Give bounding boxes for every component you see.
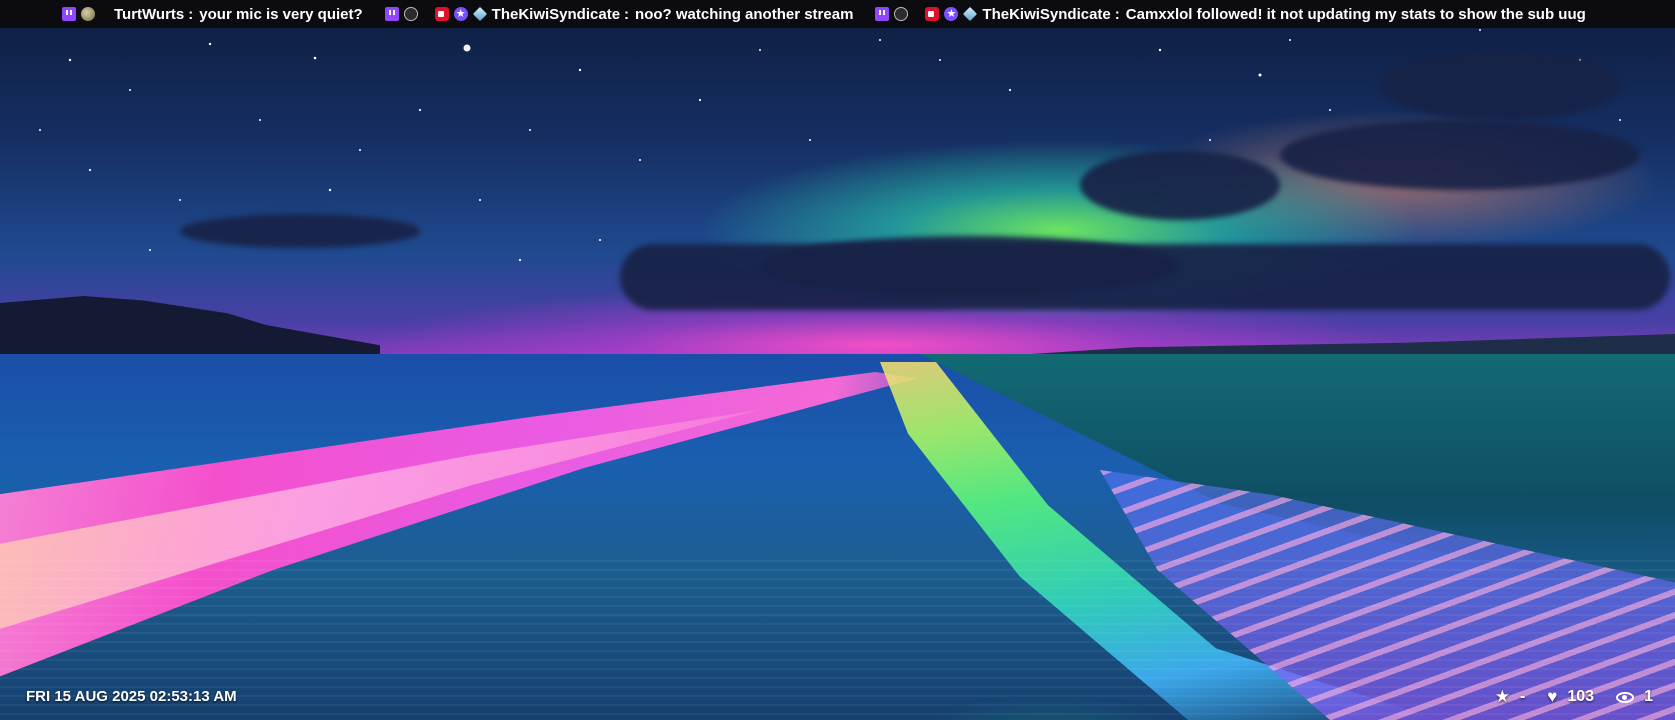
chat-text: your mic is very quiet? bbox=[199, 5, 363, 23]
likes-stat: ♥ 103 bbox=[1547, 687, 1594, 707]
chat-separator: : bbox=[188, 5, 194, 23]
background-scene bbox=[0, 0, 1675, 720]
gem-badge-icon bbox=[963, 6, 978, 22]
chat-username: TheKiwiSyndicate bbox=[982, 5, 1111, 23]
chat-username: TheKiwiSyndicate bbox=[491, 5, 621, 23]
camera-badge-icon bbox=[434, 7, 449, 21]
stream-stats: ★ - ♥ 103 1 bbox=[1473, 687, 1653, 707]
orb-badge-icon bbox=[81, 7, 95, 21]
shield-badge-icon bbox=[403, 7, 418, 21]
chat-ticker-track: TurtWurts : your mic is very quiet? ★ Th… bbox=[0, 6, 1608, 23]
chat-message: ★ TheKiwiSyndicate : Camxxlol followed! … bbox=[875, 5, 1586, 23]
chat-ticker: TurtWurts : your mic is very quiet? ★ Th… bbox=[0, 0, 1675, 28]
twitch-icon bbox=[62, 7, 76, 21]
chat-message: TurtWurts : your mic is very quiet? bbox=[62, 6, 363, 23]
twitch-icon bbox=[384, 7, 399, 21]
cloud bbox=[1380, 50, 1620, 120]
star-stat-value: - bbox=[1519, 688, 1526, 705]
chat-separator: : bbox=[1114, 5, 1120, 23]
gem-badge-icon bbox=[472, 6, 487, 22]
viewers-stat: 1 bbox=[1616, 688, 1653, 706]
chat-username: TurtWurts bbox=[114, 5, 185, 23]
date-time-display: FRI 15 AUG 2025 02:53:13 AM bbox=[26, 688, 237, 705]
likes-count: 103 bbox=[1567, 688, 1595, 705]
chat-separator: : bbox=[624, 5, 630, 23]
viewer-count: 1 bbox=[1644, 688, 1653, 705]
star-icon: ★ bbox=[1494, 687, 1510, 706]
heart-icon: ♥ bbox=[1547, 687, 1558, 706]
cloud bbox=[1280, 120, 1640, 190]
chat-text: Camxxlol followed! it not updating my st… bbox=[1125, 5, 1586, 23]
star-badge-icon: ★ bbox=[944, 7, 959, 21]
eye-icon bbox=[1616, 691, 1635, 703]
chat-message: ★ TheKiwiSyndicate : noo? watching anoth… bbox=[384, 5, 854, 23]
twitch-icon bbox=[875, 7, 890, 21]
water-ripples bbox=[0, 560, 1675, 720]
cloud bbox=[180, 214, 420, 248]
cloud bbox=[1080, 150, 1280, 220]
camera-badge-icon bbox=[925, 7, 940, 21]
star-stat: ★ - bbox=[1495, 687, 1526, 707]
shield-badge-icon bbox=[894, 7, 909, 21]
cloud bbox=[760, 236, 1180, 296]
chat-text: noo? watching another stream bbox=[635, 5, 854, 23]
star-badge-icon: ★ bbox=[453, 7, 468, 21]
